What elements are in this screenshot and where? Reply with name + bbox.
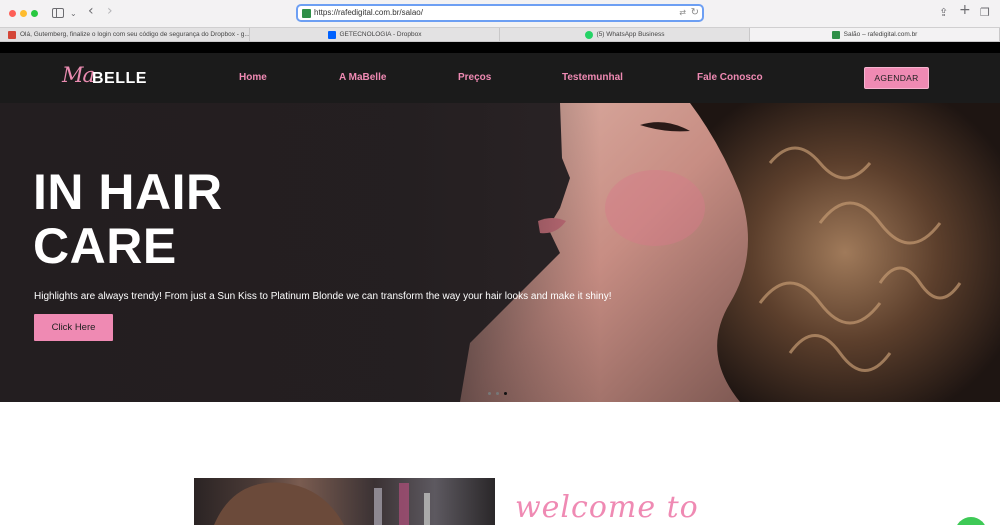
translate-icon[interactable]: ⇄ (679, 8, 686, 17)
site-navbar (0, 53, 1000, 103)
tab-label: Salão – rafedigital.com.br (843, 31, 918, 38)
nav-home[interactable]: Home (239, 72, 267, 83)
site-top-strip (0, 42, 1000, 53)
hero-click-here-button[interactable]: Click Here (34, 314, 113, 341)
minimize-window-button[interactable] (20, 10, 27, 17)
tab-gmail[interactable]: Olá, Gutemberg, finalize o login com seu… (0, 28, 250, 41)
nav-testemunhal[interactable]: Testemunhal (562, 72, 623, 83)
fullscreen-window-button[interactable] (31, 10, 38, 17)
agendar-button[interactable]: AGENDAR (864, 67, 929, 89)
address-bar[interactable]: https://rafedigital.com.br/salao/ ⇄ ↻ (296, 4, 704, 22)
forward-icon[interactable]: › (107, 3, 113, 19)
chevron-down-icon[interactable]: ⌄ (70, 6, 77, 22)
browser-toolbar: ⌄ ‹ › https://rafedigital.com.br/salao/ … (0, 0, 1000, 27)
tab-label: Olá, Gutemberg, finalize o login com seu… (20, 31, 250, 38)
tab-whatsapp[interactable]: (5) WhatsApp Business (500, 28, 750, 41)
slider-dot-1[interactable] (488, 392, 491, 395)
welcome-heading: welcome to (515, 490, 699, 525)
address-url[interactable]: https://rafedigital.com.br/salao/ (314, 8, 423, 17)
share-icon[interactable]: ⇪ (939, 5, 948, 21)
site-icon (831, 30, 840, 39)
gmail-icon (8, 30, 16, 39)
tab-salao[interactable]: Salão – rafedigital.com.br (750, 28, 1000, 41)
back-icon[interactable]: ‹ (88, 3, 94, 19)
hero-text: Highlights are always trendy! From just … (34, 291, 612, 302)
salon-photo-image (214, 482, 430, 525)
whatsapp-icon (584, 30, 593, 39)
slider-dot-3[interactable] (504, 392, 507, 395)
whatsapp-chat-button[interactable] (955, 517, 987, 525)
nav-precos[interactable]: Preços (458, 72, 491, 83)
nav-a-mabelle[interactable]: A MaBelle (339, 72, 386, 83)
reload-icon[interactable]: ↻ (691, 7, 699, 18)
close-window-button[interactable] (9, 10, 16, 17)
sidebar-toggle-icon[interactable] (52, 8, 64, 18)
dropbox-icon (327, 30, 336, 39)
tab-label: (5) WhatsApp Business (596, 31, 665, 38)
tab-dropbox[interactable]: GETECNOLOGIA - Dropbox (250, 28, 500, 41)
logo-script: Ma (62, 63, 95, 87)
tab-bar: Olá, Gutemberg, finalize o login com seu… (0, 27, 1000, 42)
nav-fale-conosco[interactable]: Fale Conosco (697, 72, 763, 83)
tab-overview-icon[interactable]: ❐ (980, 5, 990, 21)
salon-photo (194, 478, 495, 525)
site-favicon-icon (302, 9, 311, 18)
new-tab-icon[interactable]: + (959, 2, 971, 18)
slider-dot-2[interactable] (496, 392, 499, 395)
hero-title: IN HAIR CARE (33, 164, 223, 274)
slider-dots (488, 392, 507, 395)
tab-label: GETECNOLOGIA - Dropbox (339, 31, 422, 38)
logo-word: BELLE (92, 70, 147, 87)
